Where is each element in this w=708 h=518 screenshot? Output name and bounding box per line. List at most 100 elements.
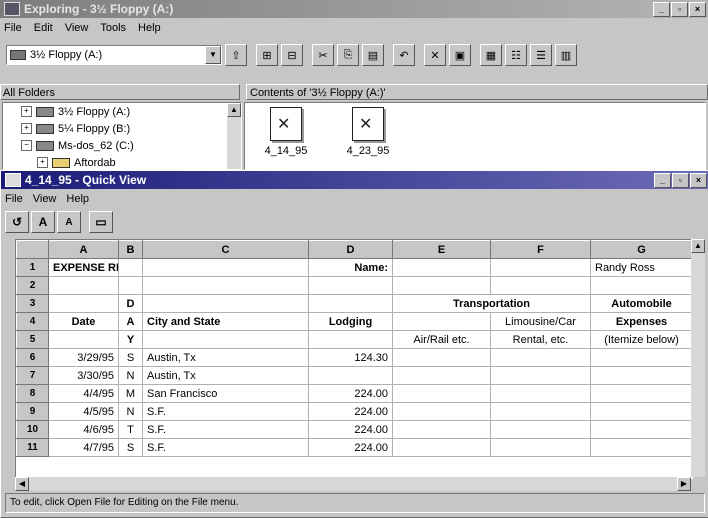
table-cell[interactable] bbox=[308, 330, 393, 349]
minimize-button[interactable]: _ bbox=[654, 172, 671, 188]
row-header[interactable]: 10 bbox=[16, 420, 49, 439]
expand-icon[interactable]: + bbox=[37, 157, 48, 168]
column-header[interactable]: G bbox=[590, 240, 692, 259]
table-cell[interactable] bbox=[392, 420, 491, 439]
table-cell[interactable]: 224.00 bbox=[308, 420, 393, 439]
row-header[interactable]: 5 bbox=[16, 330, 49, 349]
column-header[interactable]: D bbox=[308, 240, 393, 259]
maximize-button[interactable]: ▫ bbox=[671, 1, 688, 17]
menu-help[interactable]: Help bbox=[66, 193, 89, 205]
table-cell[interactable] bbox=[590, 384, 692, 403]
menu-view[interactable]: View bbox=[65, 22, 89, 34]
table-cell[interactable]: Austin, Tx bbox=[142, 348, 309, 367]
table-cell[interactable] bbox=[490, 420, 591, 439]
expand-icon[interactable]: + bbox=[21, 123, 32, 134]
vertical-scrollbar[interactable]: ▲ bbox=[691, 239, 705, 477]
table-cell[interactable] bbox=[590, 402, 692, 421]
table-cell[interactable]: 3/29/95 bbox=[48, 348, 119, 367]
row-header[interactable]: 1 bbox=[16, 258, 49, 277]
table-cell[interactable]: Transportation bbox=[392, 294, 591, 313]
table-cell[interactable] bbox=[142, 258, 309, 277]
table-cell[interactable] bbox=[490, 402, 591, 421]
table-cell[interactable]: M bbox=[118, 384, 143, 403]
select-all-corner[interactable] bbox=[16, 240, 49, 259]
menu-file[interactable]: File bbox=[4, 22, 22, 34]
table-cell[interactable] bbox=[392, 312, 491, 331]
undo-button[interactable]: ↶ bbox=[393, 44, 415, 66]
table-cell[interactable] bbox=[590, 438, 692, 457]
table-cell[interactable]: Automobile bbox=[590, 294, 692, 313]
table-cell[interactable] bbox=[590, 276, 692, 295]
table-cell[interactable] bbox=[590, 348, 692, 367]
table-cell[interactable]: 124.30 bbox=[308, 348, 393, 367]
large-icons-button[interactable]: ▦ bbox=[480, 44, 502, 66]
table-cell[interactable] bbox=[142, 294, 309, 313]
scroll-up-icon[interactable]: ▲ bbox=[691, 239, 705, 253]
column-header[interactable]: E bbox=[392, 240, 491, 259]
table-cell[interactable] bbox=[490, 366, 591, 385]
cut-button[interactable]: ✂ bbox=[312, 44, 334, 66]
file-4-23-95[interactable]: 4_23_95 bbox=[333, 105, 403, 157]
table-cell[interactable]: N bbox=[118, 366, 143, 385]
row-header[interactable]: 11 bbox=[16, 438, 49, 457]
column-header[interactable]: A bbox=[48, 240, 119, 259]
table-cell[interactable] bbox=[48, 276, 119, 295]
menu-edit[interactable]: Edit bbox=[34, 22, 53, 34]
decrease-font-button[interactable]: A bbox=[57, 211, 81, 233]
table-cell[interactable] bbox=[118, 258, 143, 277]
tree-item-folder[interactable]: + Aftordab bbox=[3, 154, 241, 169]
table-cell[interactable] bbox=[392, 348, 491, 367]
tree-scrollbar[interactable]: ▲ bbox=[227, 103, 241, 169]
table-cell[interactable] bbox=[48, 330, 119, 349]
table-cell[interactable] bbox=[308, 366, 393, 385]
horizontal-scrollbar[interactable]: ◀ ▶ bbox=[15, 477, 691, 491]
table-cell[interactable]: 3/30/95 bbox=[48, 366, 119, 385]
row-header[interactable]: 2 bbox=[16, 276, 49, 295]
table-cell[interactable]: Austin, Tx bbox=[142, 366, 309, 385]
table-cell[interactable] bbox=[490, 438, 591, 457]
table-cell[interactable] bbox=[392, 438, 491, 457]
maximize-button[interactable]: ▫ bbox=[672, 172, 689, 188]
table-cell[interactable]: 4/5/95 bbox=[48, 402, 119, 421]
quickview-title-bar[interactable]: 4_14_95 - Quick View _ ▫ × bbox=[1, 171, 708, 189]
list-view-button[interactable]: ☰ bbox=[530, 44, 552, 66]
paste-button[interactable]: ▤ bbox=[362, 44, 384, 66]
row-header[interactable]: 9 bbox=[16, 402, 49, 421]
expand-icon[interactable]: + bbox=[21, 106, 32, 117]
table-cell[interactable]: 4/7/95 bbox=[48, 438, 119, 457]
row-header[interactable]: 8 bbox=[16, 384, 49, 403]
row-header[interactable]: 3 bbox=[16, 294, 49, 313]
table-cell[interactable]: (Itemize below) bbox=[590, 330, 692, 349]
table-cell[interactable] bbox=[142, 276, 309, 295]
menu-view[interactable]: View bbox=[33, 193, 57, 205]
table-cell[interactable]: S.F. bbox=[142, 402, 309, 421]
up-folder-button[interactable]: ⇧ bbox=[225, 44, 247, 66]
table-cell[interactable] bbox=[118, 276, 143, 295]
increase-font-button[interactable]: A bbox=[31, 211, 55, 233]
open-for-editing-button[interactable]: ↺ bbox=[5, 211, 29, 233]
table-cell[interactable]: Randy Ross bbox=[590, 258, 692, 277]
table-cell[interactable]: S bbox=[118, 348, 143, 367]
table-cell[interactable]: T bbox=[118, 420, 143, 439]
table-cell[interactable]: D bbox=[118, 294, 143, 313]
menu-help[interactable]: Help bbox=[138, 22, 161, 34]
table-cell[interactable] bbox=[392, 402, 491, 421]
delete-button[interactable]: ✕ bbox=[424, 44, 446, 66]
table-cell[interactable]: S bbox=[118, 438, 143, 457]
table-cell[interactable] bbox=[308, 294, 393, 313]
table-cell[interactable]: Date bbox=[48, 312, 119, 331]
table-cell[interactable] bbox=[590, 366, 692, 385]
table-cell[interactable]: 4/4/95 bbox=[48, 384, 119, 403]
table-cell[interactable] bbox=[490, 384, 591, 403]
new-window-button[interactable]: ▭ bbox=[89, 211, 113, 233]
file-4-14-95[interactable]: 4_14_95 bbox=[251, 105, 321, 157]
table-cell[interactable] bbox=[308, 276, 393, 295]
table-cell[interactable]: City and State bbox=[142, 312, 309, 331]
table-cell[interactable]: Name: bbox=[308, 258, 393, 277]
details-view-button[interactable]: ▥ bbox=[555, 44, 577, 66]
table-cell[interactable]: Rental, etc. bbox=[490, 330, 591, 349]
menu-tools[interactable]: Tools bbox=[100, 22, 126, 34]
table-cell[interactable] bbox=[490, 348, 591, 367]
table-cell[interactable]: Air/Rail etc. bbox=[392, 330, 491, 349]
table-cell[interactable]: Expenses bbox=[590, 312, 692, 331]
